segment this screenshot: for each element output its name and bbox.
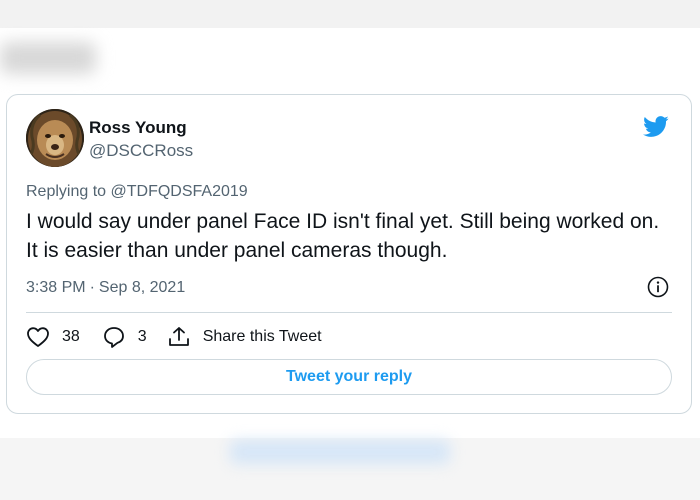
like-button[interactable]: 38 bbox=[26, 326, 80, 348]
share-icon bbox=[168, 327, 189, 346]
twitter-bird-icon[interactable] bbox=[642, 113, 669, 140]
author-handle[interactable]: @DSCCRoss bbox=[89, 141, 193, 161]
tweet-actions: 38 3 Share this Tweet bbox=[26, 325, 322, 349]
blurred-header-fragment bbox=[0, 42, 96, 74]
avatar[interactable] bbox=[26, 109, 84, 167]
share-button[interactable]: Share this Tweet bbox=[167, 325, 322, 349]
reply-count: 3 bbox=[137, 328, 147, 345]
replying-to[interactable]: Replying to @TDFQDSFA2019 bbox=[26, 183, 248, 201]
author-name[interactable]: Ross Young bbox=[89, 118, 187, 138]
tweet-card: Ross Young @DSCCRoss Replying to @TDFQDS… bbox=[6, 94, 692, 414]
top-background-band bbox=[0, 0, 700, 28]
tweet-text: I would say under panel Face ID isn't fi… bbox=[26, 210, 660, 262]
tweet-your-reply-button[interactable]: Tweet your reply bbox=[26, 359, 672, 395]
divider bbox=[26, 312, 672, 313]
meta-separator: · bbox=[89, 279, 95, 296]
tweet-timestamp[interactable]: 3:38 PM · Sep 8, 2021 bbox=[26, 279, 185, 297]
like-count: 38 bbox=[62, 328, 80, 345]
heart-icon bbox=[27, 327, 49, 347]
info-icon[interactable] bbox=[647, 276, 669, 298]
tweet-time: 3:38 PM bbox=[26, 279, 86, 296]
reply-button[interactable]: 3 bbox=[102, 325, 147, 349]
share-label: Share this Tweet bbox=[202, 328, 322, 345]
tweet-date: Sep 8, 2021 bbox=[98, 279, 186, 296]
reply-bubble-icon bbox=[103, 327, 124, 348]
blurred-footer-fragment bbox=[230, 440, 450, 464]
